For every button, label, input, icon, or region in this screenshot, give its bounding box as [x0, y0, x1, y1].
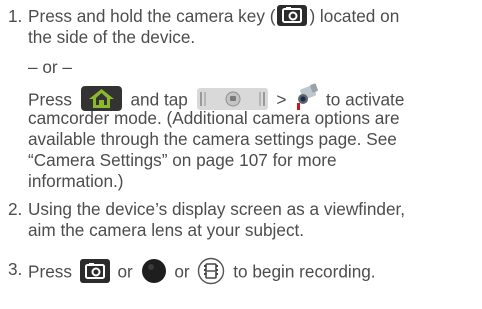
home-icon [80, 85, 122, 111]
step-text: Press and hold the camera key ( [28, 6, 276, 26]
step-text: aim the camera lens at your subject. [28, 220, 305, 240]
or-separator: – or – [28, 57, 72, 77]
step-text: available through the camera settings pa… [28, 129, 397, 149]
camera-key-icon [277, 4, 308, 26]
step-text: ) located on [309, 6, 400, 26]
step-text: or [174, 261, 190, 282]
step-number: 3. [8, 259, 23, 279]
camera-key-icon [79, 259, 110, 283]
record-button-icon [141, 258, 167, 284]
step-text: “Camera Settings” on page 107 for more [28, 150, 337, 170]
step-3: 3. Press or or to begin recording. [8, 257, 482, 285]
step-text: > [276, 89, 287, 110]
camcorder-icon [293, 83, 319, 111]
step-number: 2. [8, 199, 23, 219]
camera-selector-icon [196, 88, 268, 110]
step-text: Using the device’s display screen as a v… [28, 199, 406, 219]
step-text: Press [28, 261, 72, 282]
step-text: the side of the device. [28, 27, 196, 47]
video-mode-icon [197, 257, 225, 285]
step-2: 2. Using the device’s display screen as … [8, 199, 482, 241]
step-1: 1. Press and hold the camera key ( ) loc… [8, 4, 482, 192]
step-text: information.) [28, 171, 124, 191]
step-text: to begin recording. [233, 261, 376, 282]
step-text: Press [28, 89, 72, 110]
step-text: to activate [326, 89, 405, 110]
step-text: or [117, 261, 133, 282]
step-number: 1. [8, 6, 23, 26]
step-text: and tap [130, 89, 188, 110]
step-text: camcorder mode. (Additional camera optio… [28, 108, 400, 128]
